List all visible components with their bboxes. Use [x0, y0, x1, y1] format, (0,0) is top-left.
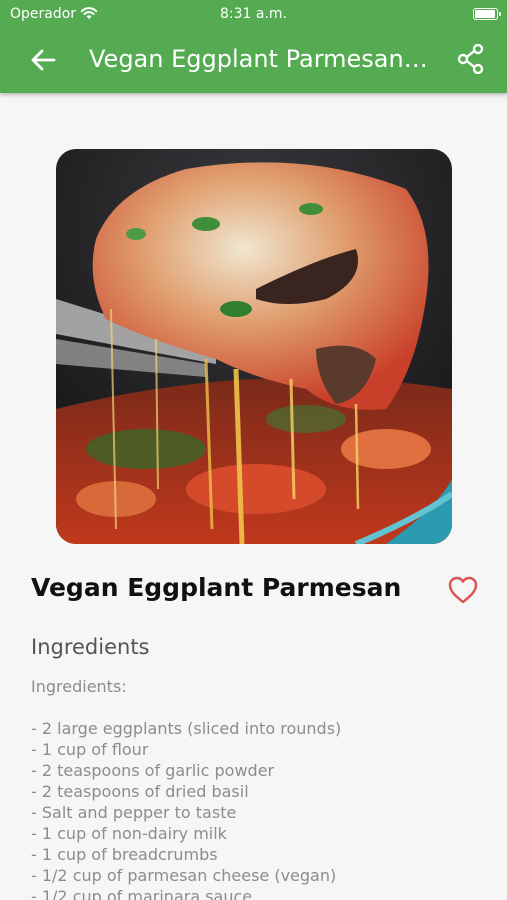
favorite-button[interactable]	[447, 575, 479, 605]
ingredient-item: - 1/2 cup of parmesan cheese (vegan)	[31, 866, 337, 885]
battery-level	[475, 10, 495, 18]
battery-icon	[473, 8, 501, 20]
back-button[interactable]	[27, 44, 59, 76]
share-button[interactable]	[455, 43, 487, 75]
ingredients-text: Ingredients: - 2 large eggplants (sliced…	[31, 676, 491, 900]
status-bar: Operador 8:31 a.m.	[0, 0, 507, 28]
share-icon	[457, 44, 484, 74]
ingredient-item: - 2 teaspoons of garlic powder	[31, 761, 275, 780]
ingredient-item: - 2 large eggplants (sliced into rounds)	[31, 719, 342, 738]
recipe-title: Vegan Eggplant Parmesan	[31, 573, 402, 602]
ingredient-item: - 1/2 cup of marinara sauce	[31, 887, 253, 900]
ingredient-item: - 1 cup of non-dairy milk	[31, 824, 227, 843]
status-time: 8:31 a.m.	[219, 6, 287, 22]
app-bar-title: Vegan Eggplant Parmesan ...	[89, 45, 434, 73]
ingredients-heading: Ingredients	[31, 635, 150, 659]
ingredient-item: - 1 cup of breadcrumbs	[31, 845, 218, 864]
ingredient-item: - 1 cup of flour	[31, 740, 149, 759]
arrow-left-icon	[31, 49, 56, 71]
app-bar: Operador 8:31 a.m. Vegan Eggplant Parmes…	[0, 0, 507, 93]
recipe-photo	[56, 149, 452, 544]
ingredients-label: Ingredients:	[31, 677, 127, 696]
heart-outline-icon	[448, 576, 478, 604]
ingredient-item: - 2 teaspoons of dried basil	[31, 782, 249, 801]
ingredient-item: - Salt and pepper to taste	[31, 803, 237, 822]
